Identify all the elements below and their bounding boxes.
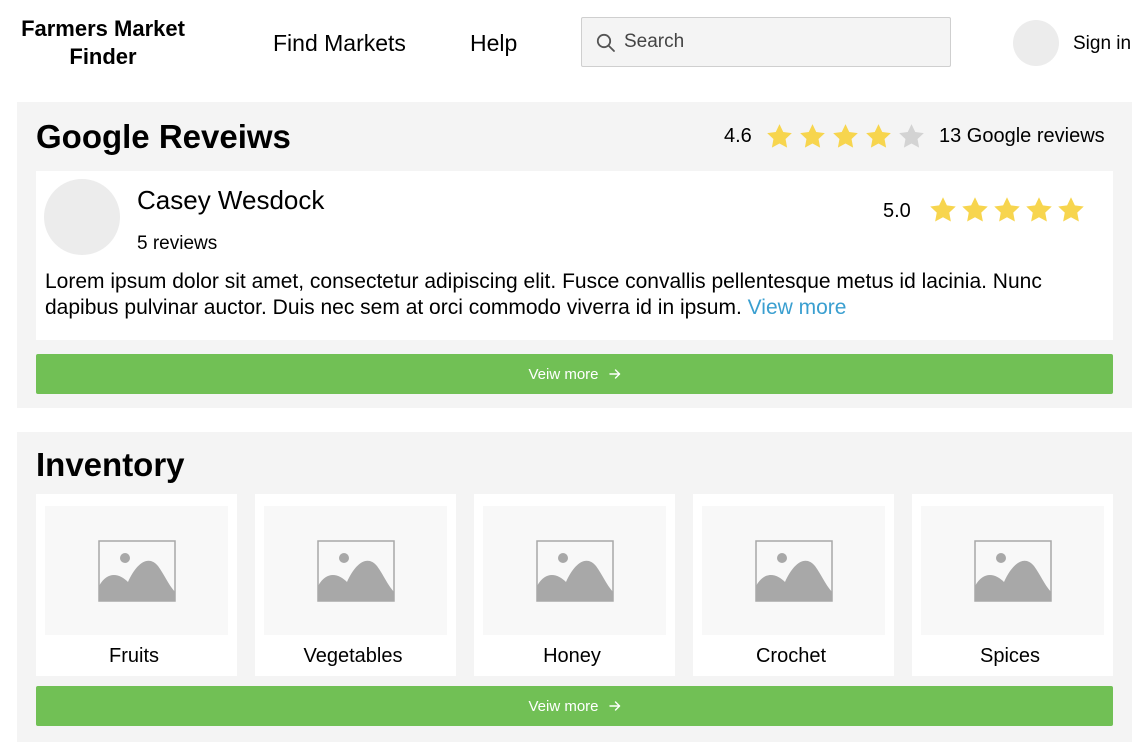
inventory-item-crochet[interactable]: Crochet [693, 494, 894, 676]
inventory-item-honey[interactable]: Honey [474, 494, 675, 676]
star-icon [928, 195, 958, 225]
star-icon [831, 122, 860, 151]
review-card: Casey Wesdock 5 reviews 5.0 Lorem ipsum … [36, 171, 1113, 340]
review-star-rating [928, 195, 1086, 225]
inventory-item-label: Vegetables [303, 645, 403, 667]
inventory-item-label: Crochet [755, 645, 827, 667]
reviewer-avatar [44, 179, 120, 255]
star-icon [1024, 195, 1054, 225]
inventory-item-label: Fruits [109, 645, 159, 667]
star-icon [992, 195, 1022, 225]
star-icon [897, 122, 926, 151]
inventory-item-label: Spices [979, 645, 1041, 667]
brand-line-2: Finder [69, 44, 137, 69]
inventory-item-spices[interactable]: Spices [912, 494, 1113, 676]
overall-star-rating [765, 122, 926, 151]
nav-help[interactable]: Help [470, 29, 517, 57]
reviewer-name: Casey Wesdock [137, 185, 325, 215]
reviews-view-more-button[interactable]: Veiw more [36, 354, 1113, 394]
inventory-item-label: Honey [543, 645, 601, 667]
arrow-right-icon [608, 368, 621, 380]
google-reviews-section: Google Reveiws 4.6 13 Google reviews Cas… [17, 102, 1132, 408]
image-placeholder-icon [921, 506, 1104, 635]
star-icon [1056, 195, 1086, 225]
inventory-section: Inventory Fruits Vegetables Honey Croche… [17, 432, 1132, 742]
reviews-title: Google Reveiws [36, 118, 291, 155]
inventory-view-more-label: Veiw more [528, 697, 599, 715]
review-body: Lorem ipsum dolor sit amet, consectetur … [45, 270, 1042, 319]
image-placeholder-icon [483, 506, 666, 635]
star-icon [798, 122, 827, 151]
image-placeholder-icon [264, 506, 447, 635]
google-reviews-count[interactable]: 13 Google reviews [939, 124, 1105, 148]
arrow-right-icon [608, 700, 621, 712]
user-avatar[interactable] [1013, 20, 1059, 66]
inventory-view-more-button[interactable]: Veiw more [36, 686, 1113, 726]
sign-in-link[interactable]: Sign in [1073, 32, 1131, 56]
review-view-more-link[interactable]: View more [748, 296, 847, 319]
brand-logo[interactable]: Farmers Market Finder [8, 15, 198, 71]
star-icon [864, 122, 893, 151]
inventory-title: Inventory [36, 446, 185, 483]
review-text: Lorem ipsum dolor sit amet, consectetur … [45, 269, 1095, 321]
search-box[interactable] [581, 17, 951, 67]
top-nav-bar: Farmers Market Finder Find Markets Help … [0, 0, 1146, 90]
inventory-item-vegetables[interactable]: Vegetables [255, 494, 456, 676]
reviewer-review-count: 5 reviews [137, 233, 218, 254]
nav-find-markets[interactable]: Find Markets [273, 29, 406, 57]
overall-rating-value: 4.6 [724, 125, 752, 147]
image-placeholder-icon [702, 506, 885, 635]
search-input[interactable] [624, 26, 934, 58]
inventory-item-fruits[interactable]: Fruits [36, 494, 237, 676]
reviews-view-more-label: Veiw more [528, 365, 599, 383]
inventory-grid: Fruits Vegetables Honey Crochet Spices [36, 494, 1113, 676]
brand-line-1: Farmers Market [21, 16, 185, 41]
star-icon [960, 195, 990, 225]
review-rating-value: 5.0 [883, 200, 911, 222]
image-placeholder-icon [45, 506, 228, 635]
star-icon [765, 122, 794, 151]
